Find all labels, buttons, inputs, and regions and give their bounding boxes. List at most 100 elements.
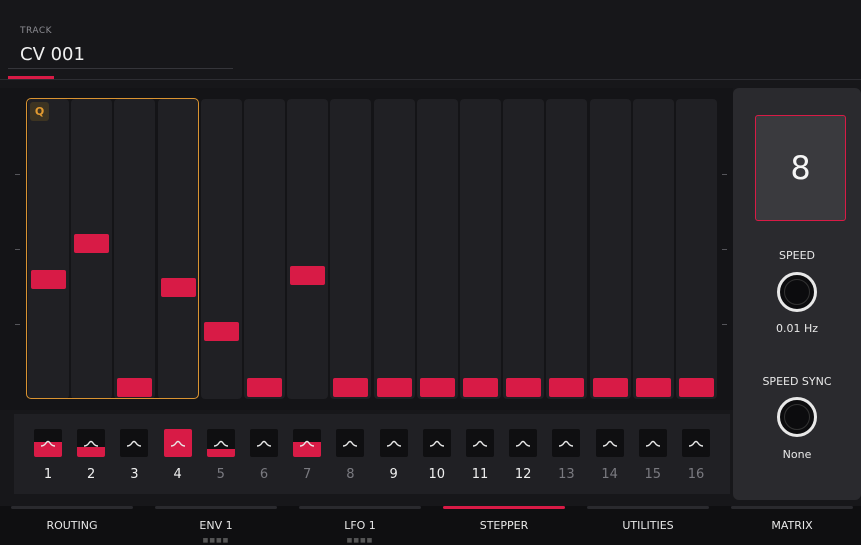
- step-column[interactable]: [200, 99, 242, 399]
- step-level-bar[interactable]: [635, 378, 671, 397]
- tab-indicator: [443, 506, 565, 509]
- curve-icon: [84, 440, 99, 447]
- step-column[interactable]: [460, 99, 501, 399]
- step-column[interactable]: [589, 99, 631, 399]
- curve-icon: [472, 440, 488, 447]
- speed-sync-label: SPEED SYNC: [762, 375, 832, 388]
- tab-indicator: [299, 506, 421, 509]
- curve-icon: [40, 440, 56, 447]
- curve-icon: [602, 440, 617, 447]
- speed-sync-value: None: [782, 448, 812, 461]
- step-column[interactable]: [330, 99, 372, 399]
- step-column[interactable]: [287, 99, 329, 399]
- step-button[interactable]: [509, 429, 538, 457]
- speed-value: 0.01 Hz: [775, 322, 819, 335]
- step-button[interactable]: [595, 429, 624, 457]
- step-level-bar[interactable]: [290, 266, 326, 285]
- grid-tick: [722, 249, 727, 250]
- tab-utilities[interactable]: UTILITIES: [576, 519, 720, 532]
- tab-lfo-1[interactable]: LFO 1: [288, 519, 432, 532]
- tab-stepper[interactable]: STEPPER: [432, 519, 576, 532]
- step-column[interactable]: [244, 99, 285, 399]
- step-level-bar[interactable]: [74, 234, 110, 253]
- step-button[interactable]: [336, 429, 365, 457]
- step-level-bar[interactable]: [160, 278, 196, 297]
- step-level-bar[interactable]: [117, 378, 153, 397]
- step-column[interactable]: [416, 99, 458, 399]
- step-column[interactable]: [114, 99, 156, 399]
- grid-tick: [15, 249, 20, 250]
- step-number: 1: [43, 467, 53, 482]
- step-button[interactable]: [638, 429, 667, 457]
- tab-routing[interactable]: ROUTING: [0, 519, 144, 532]
- step-column[interactable]: [546, 99, 588, 399]
- step-button[interactable]: [293, 429, 322, 457]
- step-button[interactable]: [250, 429, 278, 457]
- step-number: 9: [389, 467, 398, 482]
- curve-icon: [256, 440, 272, 447]
- step-column[interactable]: [503, 99, 545, 399]
- tab-indicator: [587, 506, 709, 509]
- grid-tick: [15, 324, 20, 325]
- step-column[interactable]: [632, 99, 674, 399]
- tab-env-1[interactable]: ENV 1: [144, 519, 288, 532]
- step-button[interactable]: [77, 429, 106, 457]
- step-button[interactable]: [466, 429, 494, 457]
- step-level-bar[interactable]: [592, 378, 628, 397]
- step-number: 10: [428, 467, 446, 482]
- curve-icon: [688, 440, 704, 447]
- track-name[interactable]: CV 001: [20, 44, 85, 65]
- step-button[interactable]: [120, 429, 149, 457]
- tab-matrix[interactable]: MATRIX: [720, 519, 861, 532]
- curve-icon: [386, 440, 401, 447]
- step-number: 15: [644, 467, 662, 482]
- curve-icon: [170, 440, 185, 447]
- step-level-bar[interactable]: [247, 378, 282, 397]
- step-level-bar[interactable]: [333, 378, 369, 397]
- step-number: 14: [601, 467, 618, 482]
- header-divider: [0, 79, 861, 80]
- step-number: 13: [558, 467, 575, 482]
- curve-icon: [559, 440, 574, 447]
- step-number: 16: [687, 467, 705, 482]
- header: TRACK CV 001: [0, 0, 861, 80]
- grid-tick: [15, 174, 20, 175]
- tab-page-dots: ■■■■: [202, 537, 230, 544]
- step-level-bar[interactable]: [419, 378, 455, 397]
- step-value-display[interactable]: 8: [755, 115, 846, 221]
- curve-icon: [429, 440, 444, 447]
- curve-icon: [213, 440, 228, 447]
- step-column[interactable]: [373, 99, 415, 399]
- step-level-bar[interactable]: [506, 378, 542, 397]
- curve-icon: [645, 440, 660, 447]
- tab-indicator: [731, 506, 853, 509]
- step-button[interactable]: [163, 429, 192, 457]
- step-button[interactable]: [206, 429, 235, 457]
- speed-sync-knob[interactable]: [777, 397, 817, 437]
- curve-icon: [343, 440, 358, 447]
- step-level-bar[interactable]: [679, 378, 714, 397]
- step-button[interactable]: [682, 429, 710, 457]
- step-level-bar[interactable]: [203, 322, 239, 341]
- step-number: 11: [471, 467, 489, 482]
- step-number: 7: [303, 467, 312, 482]
- quantize-badge[interactable]: Q: [30, 102, 49, 121]
- curve-icon: [127, 440, 142, 447]
- step-number: 12: [514, 467, 532, 482]
- step-column[interactable]: [676, 99, 717, 399]
- step-button[interactable]: [379, 429, 408, 457]
- track-underline: [8, 68, 233, 69]
- speed-knob[interactable]: [777, 272, 817, 312]
- step-button[interactable]: [552, 429, 581, 457]
- step-level-bar[interactable]: [463, 378, 498, 397]
- step-column[interactable]: [157, 99, 199, 399]
- step-button[interactable]: [422, 429, 451, 457]
- grid-tick: [722, 174, 727, 175]
- step-level-bar[interactable]: [31, 270, 66, 289]
- step-button-fill: [77, 447, 106, 457]
- step-button[interactable]: [34, 429, 62, 457]
- step-number: 2: [87, 467, 96, 482]
- step-level-bar[interactable]: [549, 378, 585, 397]
- step-column[interactable]: [28, 99, 69, 399]
- step-level-bar[interactable]: [376, 378, 412, 397]
